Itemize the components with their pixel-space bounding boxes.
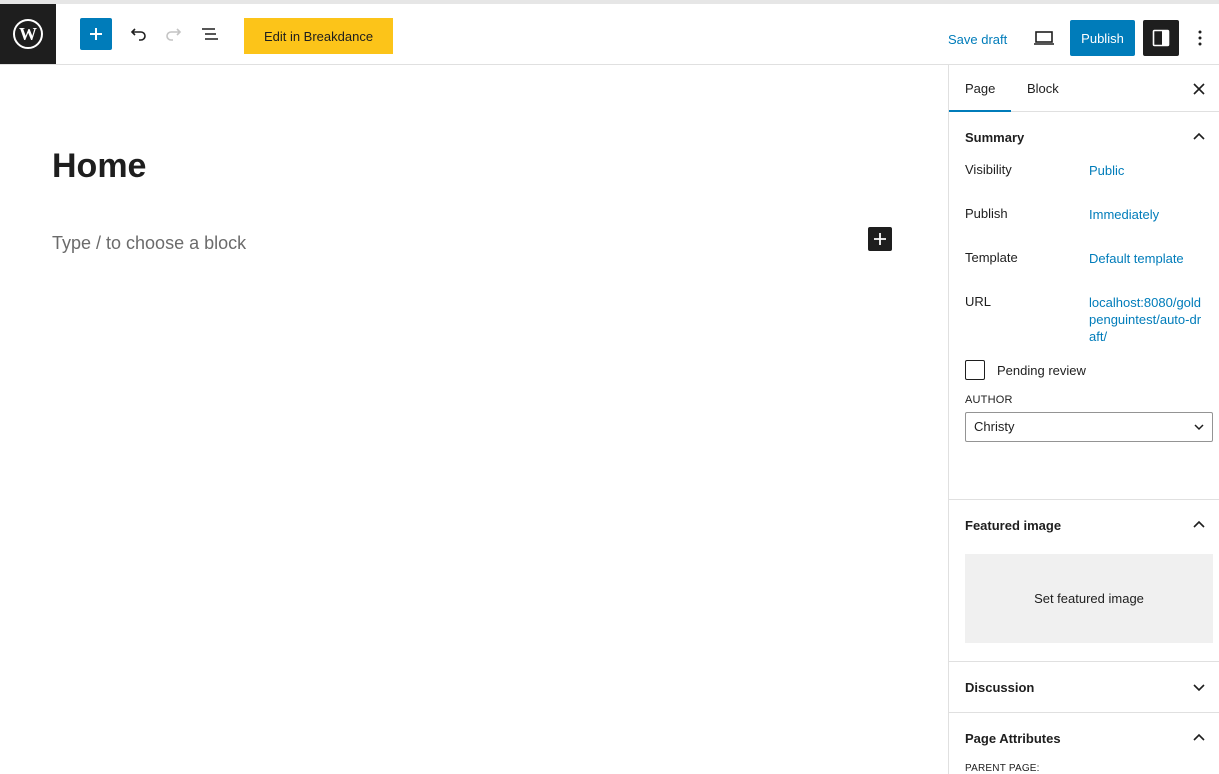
list-view-icon (202, 28, 218, 40)
tab-block[interactable]: Block (1011, 65, 1075, 112)
tab-page[interactable]: Page (949, 65, 1012, 112)
more-vertical-icon (1198, 30, 1202, 46)
svg-text:W: W (19, 24, 37, 44)
publish-row: Publish Immediately (949, 206, 1219, 250)
discussion-panel-title: Discussion (965, 679, 1035, 695)
discussion-panel: Discussion (949, 662, 1219, 713)
editor-top-toolbar: W Edit in Breakdance Save draft Publish (0, 0, 1219, 65)
block-inserter-button[interactable] (80, 18, 112, 50)
visibility-label: Visibility (965, 162, 1012, 177)
summary-panel-toggle[interactable]: Summary (949, 112, 1219, 162)
options-menu-button[interactable] (1190, 22, 1210, 54)
wordpress-logo-button[interactable]: W (0, 4, 56, 64)
redo-icon (166, 28, 182, 41)
block-placeholder[interactable]: Type / to choose a block (52, 233, 246, 254)
preview-button[interactable] (1030, 22, 1058, 54)
pending-review-row: Pending review (949, 358, 1219, 394)
chevron-down-icon (1194, 424, 1204, 431)
author-label: AUTHOR (965, 394, 1013, 406)
save-draft-button[interactable]: Save draft (940, 24, 1015, 54)
publish-button[interactable]: Publish (1070, 20, 1135, 56)
page-title-input[interactable]: Home (52, 147, 146, 186)
redo-button[interactable] (160, 18, 188, 50)
settings-toggle-button[interactable] (1143, 20, 1179, 56)
page-attributes-panel-title: Page Attributes (965, 730, 1061, 746)
summary-panel: Summary Visibility Public Publish Immedi… (949, 112, 1219, 500)
featured-image-panel-toggle[interactable]: Featured image (949, 500, 1219, 550)
document-overview-button[interactable] (196, 18, 224, 50)
set-featured-image-button[interactable]: Set featured image (965, 554, 1213, 643)
publish-label: Publish (965, 206, 1008, 221)
undo-button[interactable] (124, 18, 152, 50)
inline-block-inserter-button[interactable] (868, 227, 892, 251)
url-row: URL localhost:8080/goldpenguintest/auto-… (949, 294, 1219, 358)
page-attributes-panel: Page Attributes PARENT PAGE: (949, 713, 1219, 774)
parent-page-label: PARENT PAGE: (965, 763, 1040, 774)
close-icon (1193, 83, 1205, 95)
sidebar-panel-icon (1152, 29, 1170, 47)
edit-in-breakdance-button[interactable]: Edit in Breakdance (244, 18, 393, 54)
summary-panel-title: Summary (965, 129, 1025, 145)
template-row: Template Default template (949, 250, 1219, 294)
visibility-row: Visibility Public (949, 162, 1219, 206)
author-select[interactable]: Christy (965, 412, 1213, 442)
featured-image-panel: Featured image Set featured image (949, 500, 1219, 662)
plus-icon (90, 28, 102, 40)
pending-review-checkbox[interactable] (965, 360, 985, 380)
chevron-up-icon (1193, 520, 1205, 528)
visibility-value-link[interactable]: Public (1089, 162, 1207, 179)
close-settings-button[interactable] (1189, 79, 1209, 99)
page-attributes-panel-toggle[interactable]: Page Attributes (949, 713, 1219, 763)
chevron-up-icon (1193, 733, 1205, 741)
discussion-panel-toggle[interactable]: Discussion (949, 662, 1219, 712)
settings-sidebar: Page Block Summary Visibility Public Pub… (948, 65, 1219, 774)
plus-icon (874, 233, 886, 245)
editor-canvas: Home Type / to choose a block (0, 65, 948, 774)
template-value-link[interactable]: Default template (1089, 250, 1207, 267)
chevron-up-icon (1193, 132, 1205, 140)
url-label: URL (965, 294, 992, 309)
pending-review-label[interactable]: Pending review (997, 363, 1086, 378)
url-value-link[interactable]: localhost:8080/goldpenguintest/auto-draf… (1089, 294, 1207, 345)
desktop-preview-icon (1034, 31, 1054, 45)
featured-image-panel-title: Featured image (965, 517, 1062, 533)
sidebar-tabs: Page Block (949, 65, 1219, 112)
undo-icon (130, 28, 146, 41)
publish-date-link[interactable]: Immediately (1089, 206, 1207, 223)
template-label: Template (965, 250, 1018, 265)
wordpress-logo-icon: W (13, 19, 43, 49)
chevron-down-icon (1193, 684, 1205, 692)
author-select-value: Christy (974, 419, 1015, 434)
